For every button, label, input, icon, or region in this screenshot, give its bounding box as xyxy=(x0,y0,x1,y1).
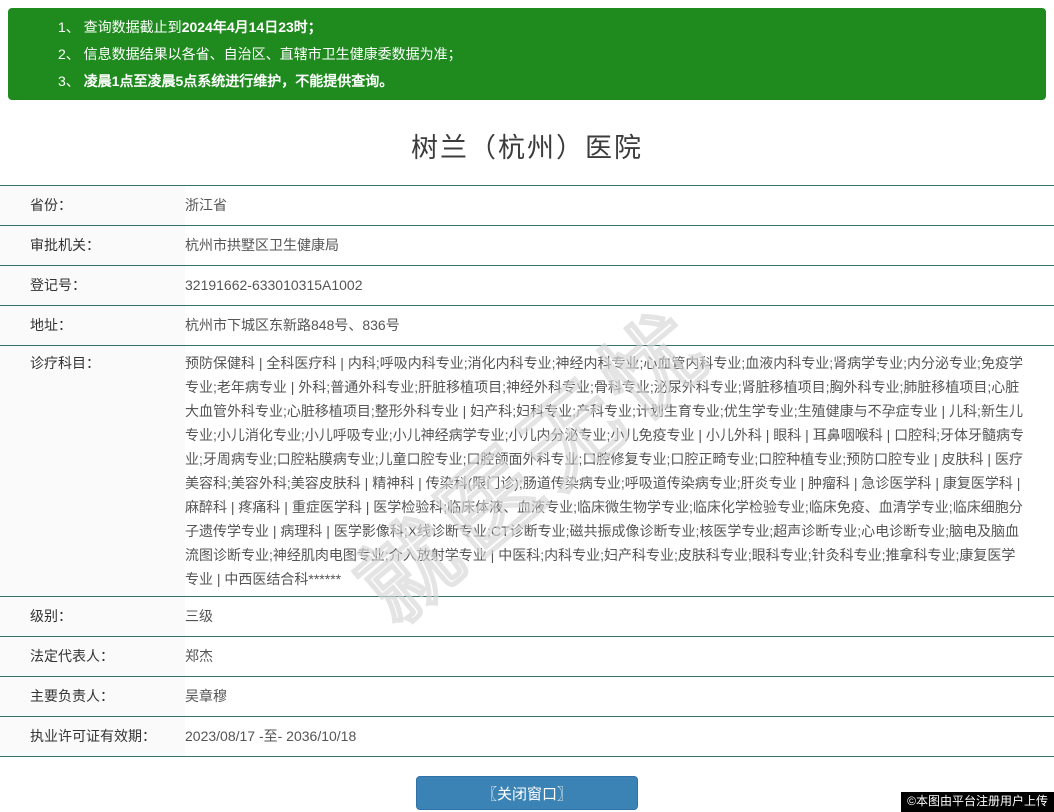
table-row: 审批机关：杭州市拱墅区卫生健康局 xyxy=(0,226,1054,266)
table-row: 主要负责人：吴章穆 xyxy=(0,677,1054,717)
field-value: 2023/08/17 -至- 2036/10/18 xyxy=(185,717,1054,756)
notice-text: 1、 查询数据截止到 xyxy=(58,19,182,35)
field-label: 审批机关： xyxy=(0,226,185,265)
table-row: 地址：杭州市下城区东新路848号、836号 xyxy=(0,306,1054,346)
table-row: 法定代表人：郑杰 xyxy=(0,637,1054,677)
field-value: 杭州市拱墅区卫生健康局 xyxy=(185,226,1054,265)
table-row: 执业许可证有效期：2023/08/17 -至- 2036/10/18 xyxy=(0,717,1054,757)
notice-list: 1、 查询数据截止到2024年4月14日23时； 2、 信息数据结果以各省、自治区… xyxy=(58,14,1026,95)
notice-line: 3、 凌晨1点至凌晨5点系统进行维护，不能提供查询。 xyxy=(58,68,1026,95)
table-row: 诊疗科目：预防保健科 | 全科医疗科 | 内科;呼吸内科专业;消化内科专业;神经… xyxy=(0,346,1054,597)
field-label: 法定代表人： xyxy=(0,637,185,676)
field-label: 地址： xyxy=(0,306,185,345)
field-value: 郑杰 xyxy=(185,637,1054,676)
info-table: 省份：浙江省审批机关：杭州市拱墅区卫生健康局登记号：32191662-63301… xyxy=(0,185,1054,757)
table-row: 级别：三级 xyxy=(0,597,1054,637)
close-window-button[interactable]: 〖关闭窗口〗 xyxy=(416,776,638,810)
field-label: 诊疗科目： xyxy=(0,346,185,596)
field-value: 三级 xyxy=(185,597,1054,636)
notice-banner: 1、 查询数据截止到2024年4月14日23时； 2、 信息数据结果以各省、自治区… xyxy=(8,8,1046,100)
field-label: 执业许可证有效期： xyxy=(0,717,185,756)
field-value: 32191662-633010315A1002 xyxy=(185,266,1054,305)
field-label: 主要负责人： xyxy=(0,677,185,716)
field-label: 省份： xyxy=(0,186,185,225)
notice-text: 2、 信息数据结果以各省、自治区、直辖市卫生健康委数据为准； xyxy=(58,46,462,62)
notice-line: 2、 信息数据结果以各省、自治区、直辖市卫生健康委数据为准； xyxy=(58,41,1026,68)
field-value: 浙江省 xyxy=(185,186,1054,225)
field-label: 级别： xyxy=(0,597,185,636)
field-value: 杭州市下城区东新路848号、836号 xyxy=(185,306,1054,345)
credit-badge: ©本图由平台注册用户上传 xyxy=(901,792,1054,812)
field-value: 吴章穆 xyxy=(185,677,1054,716)
page-title: 树兰（杭州）医院 xyxy=(0,126,1054,165)
notice-text: 2024年4月14日23时； xyxy=(182,19,322,35)
notice-text: 3、 xyxy=(58,73,84,89)
table-row: 登记号：32191662-633010315A1002 xyxy=(0,266,1054,306)
field-label: 登记号： xyxy=(0,266,185,305)
notice-line: 1、 查询数据截止到2024年4月14日23时； xyxy=(58,14,1026,41)
notice-text: 凌晨1点至凌晨5点系统进行维护，不能提供查询。 xyxy=(84,73,394,89)
field-value: 预防保健科 | 全科医疗科 | 内科;呼吸内科专业;消化内科专业;神经内科专业;… xyxy=(185,346,1054,596)
table-row: 省份：浙江省 xyxy=(0,186,1054,226)
